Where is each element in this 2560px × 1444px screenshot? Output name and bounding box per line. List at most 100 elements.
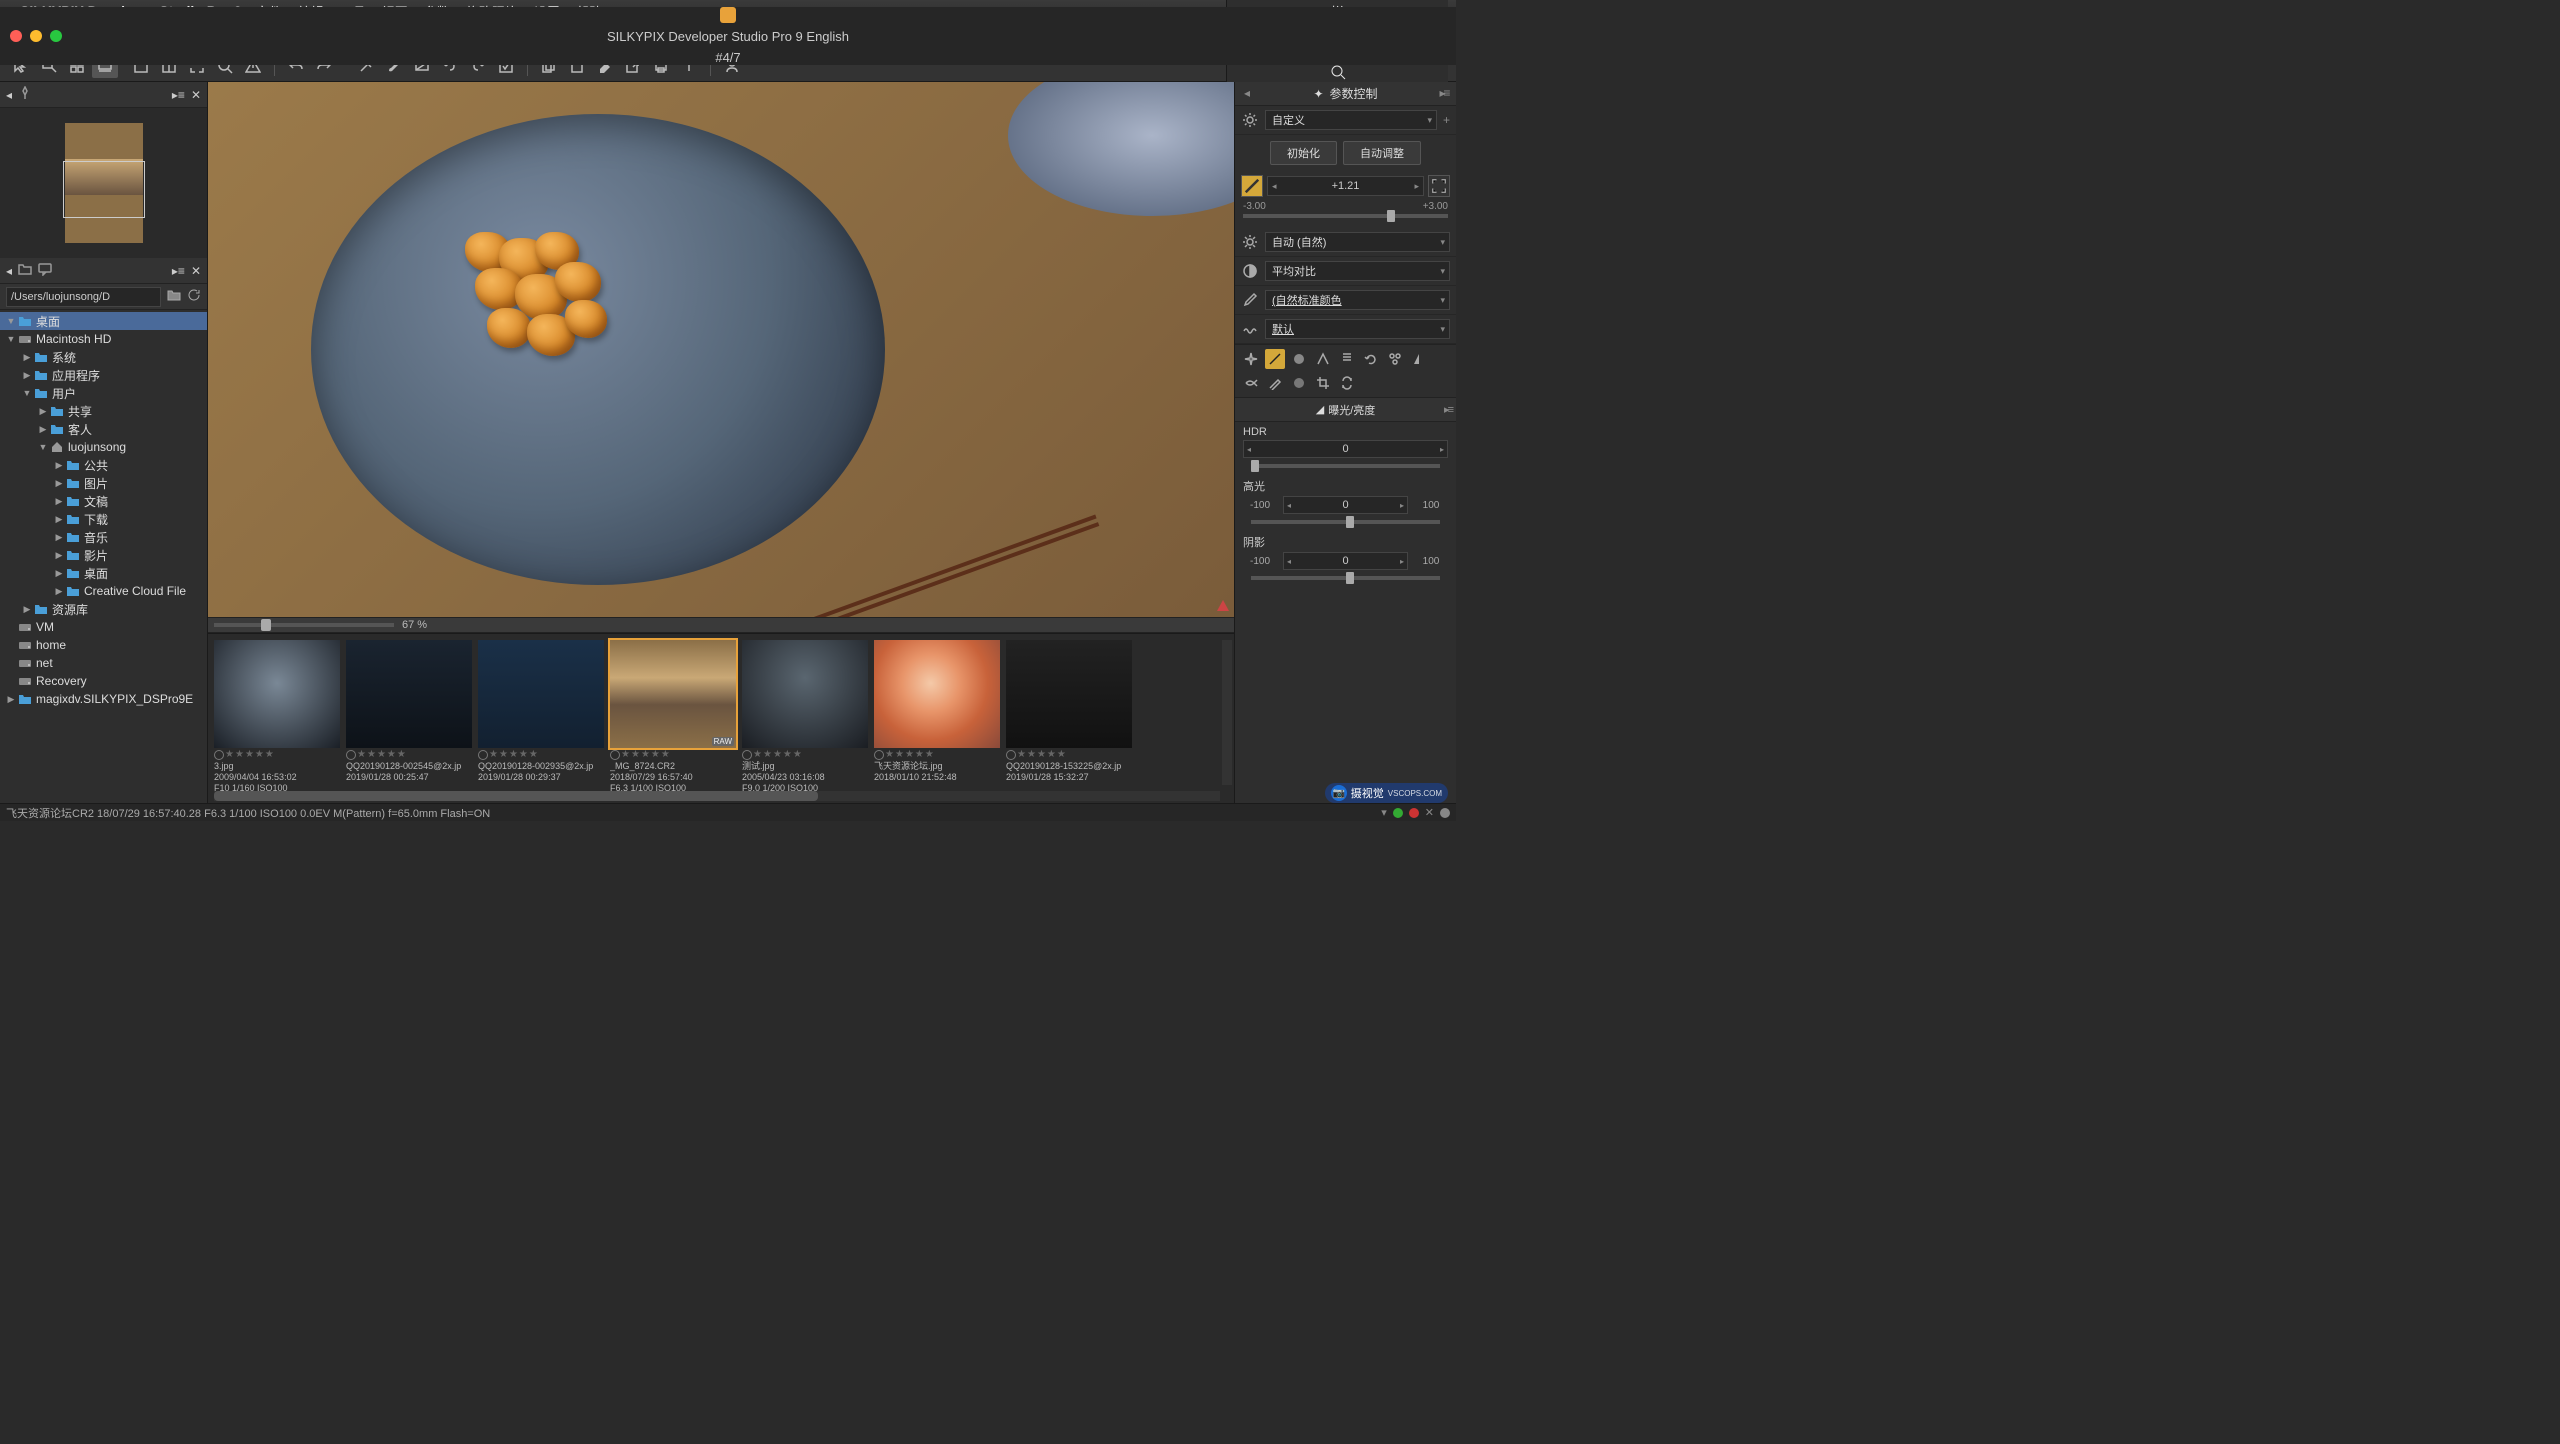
auto-adjust-button[interactable]: 自动调整 bbox=[1343, 141, 1421, 165]
close-button[interactable] bbox=[10, 30, 22, 42]
zoom-slider[interactable] bbox=[214, 623, 394, 627]
tree-item[interactable]: ▼Macintosh HD bbox=[0, 330, 207, 348]
tree-item[interactable]: ▶应用程序 bbox=[0, 366, 207, 384]
pen-tool[interactable] bbox=[1265, 373, 1285, 393]
exposure-slider[interactable] bbox=[1243, 214, 1448, 218]
noise-icon[interactable] bbox=[1241, 320, 1259, 338]
tree-item[interactable]: ▶系统 bbox=[0, 348, 207, 366]
status-flag-icon[interactable]: ▾ bbox=[1381, 806, 1387, 819]
tree-item[interactable]: VM bbox=[0, 618, 207, 636]
tone-select[interactable]: 平均对比 bbox=[1265, 261, 1450, 281]
blur-tool[interactable] bbox=[1289, 373, 1309, 393]
exposure-icon[interactable] bbox=[1241, 175, 1263, 197]
thumbnail-card[interactable]: RAW★★★★★_MG_8724.CR22018/07/29 16:57:40F… bbox=[610, 640, 736, 797]
wb-select[interactable]: 自动 (自然) bbox=[1265, 232, 1450, 252]
tree-item[interactable]: ▶下载 bbox=[0, 510, 207, 528]
tree-item[interactable]: ▶资源库 bbox=[0, 600, 207, 618]
shadow-tool[interactable] bbox=[1409, 349, 1429, 369]
pin-icon[interactable] bbox=[18, 86, 32, 103]
dropper-icon[interactable] bbox=[1241, 291, 1259, 309]
browser-header: ◂ ▸≡ ✕ bbox=[0, 258, 207, 284]
filmstrip-scroll-v[interactable] bbox=[1222, 640, 1232, 785]
thumbnail-card[interactable]: ★★★★★飞天资源论坛.jpg2018/01/10 21:52:48 bbox=[874, 640, 1000, 797]
thumbnail-card[interactable]: ★★★★★QQ20190128-002545@2x.jp2019/01/28 0… bbox=[346, 640, 472, 797]
warning-icon bbox=[1216, 599, 1230, 613]
tone-curve-tool[interactable] bbox=[1265, 349, 1285, 369]
window-titlebar: SILKYPIX Developer Studio Pro 9 English … bbox=[0, 22, 1456, 50]
comment-icon[interactable] bbox=[38, 262, 52, 279]
color-select[interactable]: (自然标准颜色 bbox=[1265, 290, 1450, 310]
image-preview[interactable] bbox=[208, 82, 1234, 617]
tree-item[interactable]: net bbox=[0, 654, 207, 672]
sharpen-tool[interactable] bbox=[1313, 349, 1333, 369]
nav-prev-icon[interactable]: ◂ bbox=[1239, 86, 1255, 100]
thumbnail-card[interactable]: ★★★★★QQ20190128-153225@2x.jp2019/01/28 1… bbox=[1006, 640, 1132, 797]
folder-open-icon[interactable] bbox=[18, 262, 32, 279]
navigator-thumbnail[interactable] bbox=[0, 108, 207, 258]
contrast-icon[interactable] bbox=[1241, 262, 1259, 280]
filmstrip-scroll-h[interactable] bbox=[214, 791, 1220, 801]
fish-tool[interactable] bbox=[1241, 373, 1261, 393]
tree-item[interactable]: ▶桌面 bbox=[0, 564, 207, 582]
tree-item[interactable]: ▶音乐 bbox=[0, 528, 207, 546]
close-panel-icon[interactable]: ✕ bbox=[191, 264, 201, 278]
tree-item[interactable]: ▼用户 bbox=[0, 384, 207, 402]
spotlight-icon[interactable] bbox=[1330, 64, 1346, 83]
hdr-slider[interactable] bbox=[1251, 464, 1440, 468]
tree-item[interactable]: ▶Creative Cloud File bbox=[0, 582, 207, 600]
collapse-icon[interactable]: ▸≡ bbox=[172, 88, 185, 102]
thumbnail-card[interactable]: ★★★★★QQ20190128-002935@2x.jp2019/01/28 0… bbox=[478, 640, 604, 797]
reset-tool[interactable] bbox=[1361, 349, 1381, 369]
tree-item[interactable]: ▶文稿 bbox=[0, 492, 207, 510]
tree-item[interactable]: ▶图片 bbox=[0, 474, 207, 492]
tree-item[interactable]: ▶共享 bbox=[0, 402, 207, 420]
highlight-slider[interactable] bbox=[1251, 520, 1440, 524]
nav-prev-icon[interactable]: ◂ bbox=[6, 88, 12, 102]
zoom-bar: 67 % bbox=[208, 617, 1234, 633]
crop-tool[interactable] bbox=[1313, 373, 1333, 393]
collapse-icon[interactable]: ▸≡ bbox=[1444, 403, 1452, 416]
close-panel-icon[interactable]: ✕ bbox=[191, 88, 201, 102]
gear-icon[interactable] bbox=[1241, 111, 1259, 129]
tree-item[interactable]: home bbox=[0, 636, 207, 654]
sparkle-tool[interactable] bbox=[1241, 349, 1261, 369]
shadow-input[interactable]: 0 bbox=[1283, 552, 1408, 570]
path-input[interactable] bbox=[6, 287, 161, 307]
shadow-slider[interactable] bbox=[1251, 576, 1440, 580]
expand-icon[interactable] bbox=[1428, 175, 1450, 197]
tree-item[interactable]: ▶客人 bbox=[0, 420, 207, 438]
tree-item[interactable]: ▶公共 bbox=[0, 456, 207, 474]
collapse-icon[interactable]: ▸≡ bbox=[1436, 86, 1452, 100]
nr-select[interactable]: 默认 bbox=[1265, 319, 1450, 339]
tree-item[interactable]: ▶影片 bbox=[0, 546, 207, 564]
sync-tool[interactable] bbox=[1337, 373, 1357, 393]
tree-item[interactable]: ▼桌面 bbox=[0, 312, 207, 330]
thumbnail-card[interactable]: ★★★★★测试.jpg2005/04/23 03:16:08F9.0 1/200… bbox=[742, 640, 868, 797]
status-red-icon[interactable] bbox=[1409, 808, 1419, 818]
tree-item[interactable]: Recovery bbox=[0, 672, 207, 690]
preset-select[interactable]: 自定义 bbox=[1265, 110, 1437, 130]
add-preset-icon[interactable]: + bbox=[1443, 113, 1450, 127]
highlight-input[interactable]: 0 bbox=[1283, 496, 1408, 514]
sun-icon[interactable] bbox=[1241, 233, 1259, 251]
tree-item[interactable]: ▶magixdv.SILKYPIX_DSPro9E bbox=[0, 690, 207, 708]
maximize-button[interactable] bbox=[50, 30, 62, 42]
status-close-icon[interactable]: ✕ bbox=[1425, 806, 1434, 819]
mixer-tool[interactable] bbox=[1385, 349, 1405, 369]
thumbnail-card[interactable]: ★★★★★3.jpg2009/04/04 16:53:02F10 1/160 I… bbox=[214, 640, 340, 797]
tree-item[interactable]: ▼luojunsong bbox=[0, 438, 207, 456]
status-gray-icon[interactable] bbox=[1440, 808, 1450, 818]
folder-tree[interactable]: ▼桌面▼Macintosh HD▶系统▶应用程序▼用户▶共享▶客人▼luojun… bbox=[0, 310, 207, 803]
minimize-button[interactable] bbox=[30, 30, 42, 42]
sphere-tool[interactable] bbox=[1289, 349, 1309, 369]
nav-prev-icon[interactable]: ◂ bbox=[6, 264, 12, 278]
init-button[interactable]: 初始化 bbox=[1270, 141, 1337, 165]
filmstrip: ★★★★★3.jpg2009/04/04 16:53:02F10 1/160 I… bbox=[208, 633, 1234, 803]
collapse-icon[interactable]: ▸≡ bbox=[172, 264, 185, 278]
hdr-input[interactable]: 0 bbox=[1243, 440, 1448, 458]
status-green-icon[interactable] bbox=[1393, 808, 1403, 818]
refresh-icon[interactable] bbox=[187, 288, 201, 305]
exposure-value[interactable]: ◂+1.21▸ bbox=[1267, 176, 1424, 196]
paragraph-tool[interactable] bbox=[1337, 349, 1357, 369]
folder-icon[interactable] bbox=[167, 288, 181, 305]
